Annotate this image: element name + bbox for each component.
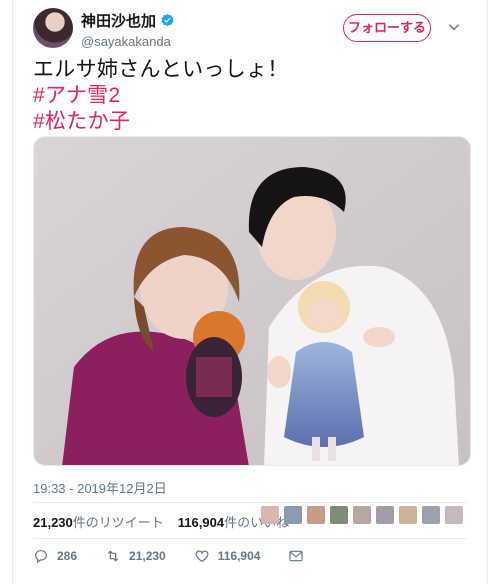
heart-icon [195,550,209,563]
retweet-stat-label: 件のリツイート [72,514,164,530]
retweet-stat[interactable]: 21,230件のリツイート [33,512,164,531]
user-handle[interactable]: @sayakakanda [81,34,175,49]
liker-avatar[interactable] [353,506,371,524]
reply-count: 286 [57,549,78,563]
chevron-down-icon[interactable] [447,20,461,34]
hashtag-link[interactable]: #松たか子 [33,109,289,135]
liker-avatar[interactable] [422,506,440,524]
like-button[interactable]: 116,904 [194,548,261,564]
liker-avatar[interactable] [307,506,325,524]
liker-avatar[interactable] [399,506,417,524]
tweet-photo[interactable] [33,136,471,466]
photo-image [34,137,470,465]
retweet-button[interactable]: 21,230 [105,548,166,564]
liker-avatar[interactable] [376,506,394,524]
tweet-card: 神田沙也加 @sayakakanda フォローする エルサ姉さんといっしょ！ #… [12,0,488,584]
like-action-count: 116,904 [217,549,261,563]
hashtag-link[interactable]: #アナ雪2 [33,83,289,109]
tweet-text-line: エルサ姉さんといっしょ！ [33,58,289,81]
verified-badge-icon [161,13,174,27]
direct-message-button[interactable] [288,548,304,564]
reply-button[interactable]: 286 [33,548,77,564]
reply-icon [35,550,47,564]
liker-avatar[interactable] [445,506,463,524]
like-count: 116,904 [177,514,225,530]
tweet-header: 神田沙也加 @sayakakanda フォローする [33,8,467,52]
retweet-action-count: 21,230 [129,549,166,563]
avatar[interactable] [33,8,73,48]
tweet-actions: 286 21,230 116,904 [33,544,332,568]
envelope-icon [289,550,304,562]
liker-avatars [261,506,463,524]
divider [33,502,467,503]
liker-avatar[interactable] [261,506,279,524]
tweet-timestamp[interactable]: 19:33 - 2019年12月2日 [33,478,167,497]
liker-avatar[interactable] [330,506,348,524]
display-name[interactable]: 神田沙也加 [81,10,156,31]
retweet-icon [107,550,119,562]
user-name-block[interactable]: 神田沙也加 @sayakakanda [81,10,175,49]
retweet-count: 21,230 [33,514,73,530]
tweet-text: エルサ姉さんといっしょ！ #アナ雪2 #松たか子 [33,57,289,135]
liker-avatar[interactable] [284,506,302,524]
follow-button[interactable]: フォローする [343,14,431,42]
divider [33,538,467,539]
